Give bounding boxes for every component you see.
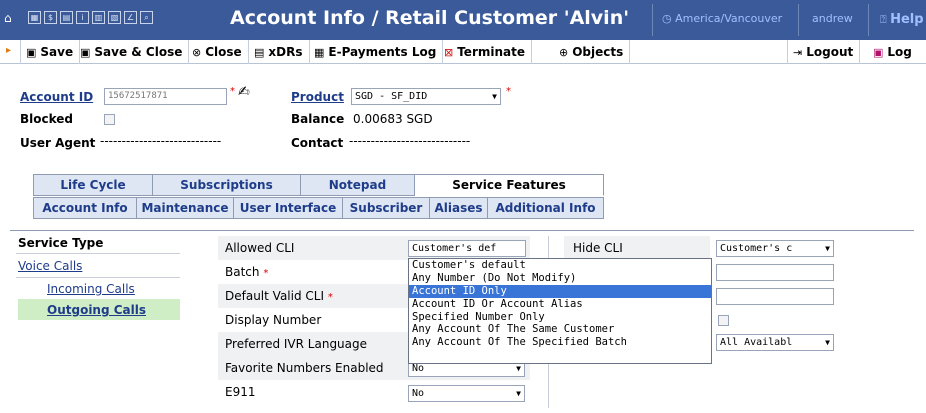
divider <box>868 4 869 36</box>
tab-maintenance[interactable]: Maintenance <box>137 197 234 219</box>
tab-service-features[interactable]: Service Features <box>415 174 604 196</box>
logout-icon: ⇥ <box>793 46 803 59</box>
help-icon: ⍰ <box>880 13 891 26</box>
hide-cli-select[interactable]: Customer's c ▼ <box>716 240 834 257</box>
title-bar: ⌂ ▦ $ ▤ i ▥ ▧ ∠ ⌕ Account Info / Retail … <box>0 0 926 40</box>
dropdown-option[interactable]: Any Account Of The Same Customer <box>409 323 711 336</box>
blocked-label: Blocked <box>20 112 74 126</box>
xdrs-icon: ▤ <box>254 46 265 59</box>
allowed-cli-dropdown-list: Customer's default Any Number (Do Not Mo… <box>408 258 712 364</box>
calendar-icon[interactable]: ▥ <box>92 11 105 24</box>
balance-value: 0.00683 SGD <box>353 112 433 126</box>
dropdown-option[interactable]: Specified Number Only <box>409 311 711 324</box>
account-id-label[interactable]: Account ID <box>20 90 93 104</box>
tab-life-cycle[interactable]: Life Cycle <box>33 174 153 196</box>
required-mark: * <box>230 86 235 97</box>
divider <box>798 4 799 36</box>
right-text-input-2[interactable] <box>716 288 834 305</box>
rates-icon[interactable]: ▤ <box>60 11 73 24</box>
tab-user-interface[interactable]: User Interface <box>234 197 343 219</box>
toolbar: ▸ ▣ Save ▣ Save & Close ⊗ Close ▤ xDRs ▦ E-Pa… <box>0 40 926 64</box>
save-button[interactable]: ▣ Save <box>20 40 81 64</box>
terminate-button[interactable]: ⊠ Terminate <box>439 40 532 64</box>
user-link[interactable]: andrew <box>812 12 853 25</box>
required-mark: * <box>506 86 511 97</box>
tab-subscriber[interactable]: Subscriber <box>343 197 430 219</box>
service-type-heading: Service Type <box>18 236 104 250</box>
account-id-input[interactable]: 15672517871 <box>104 88 227 105</box>
quick-icons: ▦ $ ▤ i ▥ ▧ ∠ ⌕ <box>28 11 153 24</box>
divider <box>16 253 180 254</box>
log-button[interactable]: ▣ Log <box>868 40 918 64</box>
chevron-down-icon: ▼ <box>492 92 497 101</box>
chevron-down-icon: ▼ <box>516 389 521 398</box>
dropdown-option[interactable]: Customer's default <box>409 259 711 272</box>
dropdown-option[interactable]: Any Account Of The Specified Batch <box>409 336 711 349</box>
tab-notepad[interactable]: Notepad <box>301 174 415 196</box>
dropdown-option-highlighted[interactable]: Account ID Only <box>409 284 711 298</box>
tab-row-1: Life Cycle Subscriptions Notepad Service… <box>33 174 604 196</box>
chevron-down-icon: ▼ <box>825 244 830 253</box>
contact-label: Contact <box>291 136 344 150</box>
close-icon: ⊗ <box>192 46 202 59</box>
sidebar-item-voice-calls[interactable]: Voice Calls <box>18 259 82 273</box>
right-text-input-1[interactable] <box>716 264 834 281</box>
tab-row-2: Account Info Maintenance User Interface … <box>33 197 604 219</box>
sidebar-item-outgoing-calls[interactable]: Outgoing Calls <box>47 303 146 317</box>
blocked-checkbox[interactable] <box>104 114 115 125</box>
save-close-button[interactable]: ▣ Save & Close <box>75 40 190 64</box>
dropdown-option[interactable]: Any Number (Do Not Modify) <box>409 272 711 285</box>
divider <box>16 277 180 278</box>
page-title: Account Info / Retail Customer 'Alvin' <box>230 7 630 29</box>
logout-button[interactable]: ⇥ Logout <box>787 40 861 64</box>
hide-cli-label: Hide CLI <box>573 241 623 255</box>
timezone-link[interactable]: ◷ America/Vancouver <box>662 12 782 25</box>
clock-icon: ◷ <box>662 12 676 25</box>
tab-subscriptions[interactable]: Subscriptions <box>153 174 301 196</box>
chart-icon[interactable]: ∠ <box>124 11 137 24</box>
right-checkbox[interactable] <box>718 315 729 326</box>
play-icon[interactable]: ▸ <box>6 45 11 56</box>
search-icon[interactable]: ⌕ <box>140 11 153 24</box>
dollar-icon[interactable]: $ <box>44 11 57 24</box>
report-icon[interactable]: ▧ <box>108 11 121 24</box>
help-link[interactable]: ⍰ Help <box>880 12 924 27</box>
xdrs-button[interactable]: ▤ xDRs <box>249 40 310 64</box>
contact-value: ---------------------------- <box>349 134 471 148</box>
save-icon: ▣ <box>26 46 37 59</box>
grid-icon[interactable]: ▦ <box>28 11 41 24</box>
home-icon[interactable]: ⌂ <box>4 11 12 25</box>
close-button[interactable]: ⊗ Close <box>187 40 249 64</box>
terminate-icon: ⊠ <box>444 46 454 59</box>
tab-additional-info[interactable]: Additional Info <box>488 197 604 219</box>
info-icon[interactable]: i <box>76 11 89 24</box>
tab-account-info[interactable]: Account Info <box>33 197 137 219</box>
product-label[interactable]: Product <box>291 90 344 104</box>
tab-aliases[interactable]: Aliases <box>430 197 488 219</box>
chevron-down-icon: ▼ <box>825 338 830 347</box>
balance-label: Balance <box>291 112 345 126</box>
e911-select[interactable]: No ▼ <box>408 385 525 402</box>
user-agent-value: ---------------------------- <box>100 134 222 148</box>
log-icon: ▣ <box>873 46 884 59</box>
epayments-icon: ▦ <box>314 46 325 59</box>
allowed-cli-select[interactable]: Customer's def <box>408 240 526 257</box>
save-close-icon: ▣ <box>80 46 91 59</box>
ivr-language-select[interactable]: All Availabl ▼ <box>716 334 834 351</box>
objects-button[interactable]: ⊕ Objects <box>554 40 631 64</box>
objects-icon: ⊕ <box>559 46 569 59</box>
dropdown-option[interactable]: Account ID Or Account Alias <box>409 298 711 311</box>
divider <box>652 4 653 36</box>
user-agent-label: User Agent <box>20 136 96 150</box>
edit-icon[interactable]: ✍ <box>238 84 250 100</box>
product-select[interactable]: SGD - SF_DID ▼ <box>351 88 501 105</box>
epayments-button[interactable]: ▦ E-Payments Log <box>309 40 444 64</box>
sidebar-item-incoming-calls[interactable]: Incoming Calls <box>47 282 135 296</box>
